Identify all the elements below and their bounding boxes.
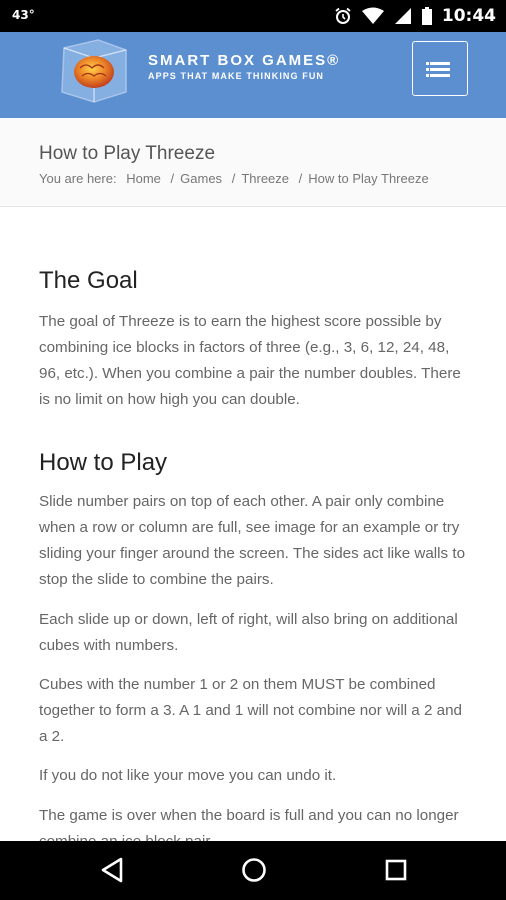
goal-paragraph: The goal of Threeze is to earn the highe…	[39, 313, 461, 408]
logo-brain-cube-icon[interactable]	[54, 36, 132, 106]
paragraph-each-slide: Each slide up or down, left of right, wi…	[39, 611, 458, 654]
breadcrumb-games[interactable]: Games	[180, 171, 222, 186]
breadcrumb-home[interactable]: Home	[126, 171, 161, 186]
paragraph-undo: If you do not like your move you can und…	[39, 767, 337, 784]
breadcrumb-separator: /	[170, 171, 175, 186]
paragraph-game-over: The game is over when the board is full …	[39, 807, 459, 841]
wifi-icon	[361, 7, 384, 24]
recents-icon[interactable]	[384, 857, 408, 883]
hamburger-menu-icon	[426, 62, 429, 65]
status-bar: 43° 10:44	[0, 0, 506, 32]
home-icon[interactable]	[241, 857, 267, 883]
temperature-indicator: 43°	[12, 8, 35, 22]
breadcrumb-separator: /	[231, 171, 236, 186]
goal-heading: The Goal	[39, 267, 138, 294]
how-to-play-heading: How to Play	[39, 449, 168, 476]
clock: 10:44	[441, 6, 496, 26]
paragraph-cubes-rule: Cubes with the number 1 or 2 on them MUS…	[39, 676, 462, 745]
alarm-icon	[335, 7, 351, 24]
brand-tagline: APPS THAT MAKE THINKING FUN	[148, 71, 325, 81]
breadcrumb: You are here: Home / Games / Threeze / How …	[39, 171, 429, 186]
breadcrumb-separator: /	[298, 171, 303, 186]
breadcrumb-current: How to Play Threeze	[308, 171, 429, 186]
brand-title[interactable]: SMART BOX GAMES®	[148, 52, 340, 69]
battery-icon	[421, 7, 432, 25]
page-title-bar: How to Play Threeze You are here: Home /…	[0, 118, 506, 207]
article-content: The Goal The goal of Threeze is to earn …	[39, 207, 469, 841]
signal-icon	[394, 8, 411, 24]
page-title: How to Play Threeze	[39, 143, 216, 164]
navigation-bar	[0, 841, 506, 900]
breadcrumb-threeze[interactable]: Threeze	[241, 171, 289, 186]
menu-button[interactable]	[412, 41, 468, 96]
paragraph-slide-pairs: Slide number pairs on top of each other.…	[39, 493, 466, 588]
breadcrumb-prefix: You are here:	[39, 171, 117, 186]
back-icon[interactable]	[100, 857, 124, 883]
